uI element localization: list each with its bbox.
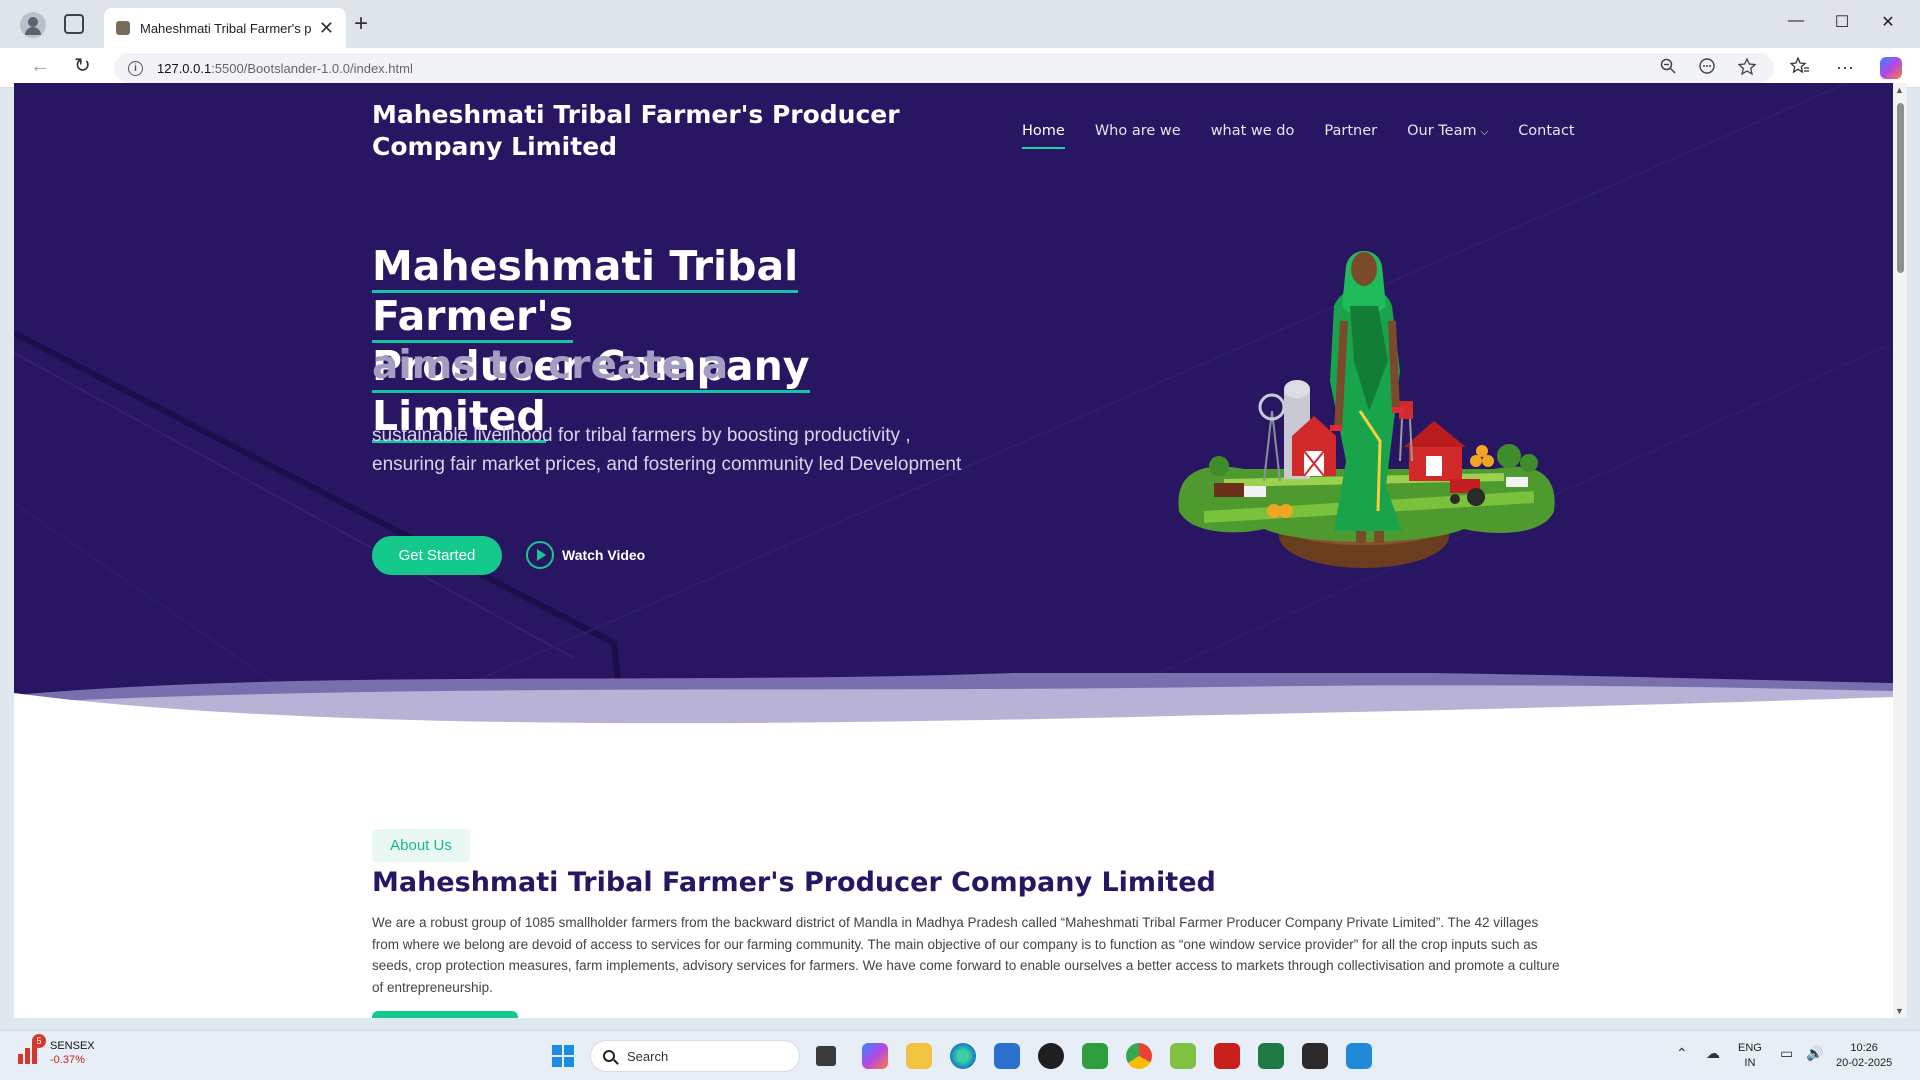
address-bar-row: ← ↻ i 127.0.0.1 :5500/Bootslander-1.0.0/… — [0, 48, 1920, 88]
browser-tab-active[interactable]: Maheshmati Tribal Farmer's produ ✕ — [104, 8, 346, 48]
hero-title: Maheshmati Tribal Farmer's Producer Comp… — [372, 241, 972, 443]
terminal-icon[interactable] — [1302, 1043, 1328, 1069]
system-clock[interactable]: 10:26 20-02-2025 — [1836, 1041, 1892, 1071]
more-menu-icon[interactable]: ··· — [1836, 57, 1854, 79]
url-path: :5500/Bootslander-1.0.0/index.html — [211, 60, 413, 76]
scroll-up-icon[interactable]: ▲ — [1895, 85, 1904, 95]
notepadpp-icon[interactable] — [1082, 1043, 1108, 1069]
search-label: Search — [627, 1048, 669, 1064]
watch-video-button[interactable]: Watch Video — [526, 541, 645, 569]
nav-partner[interactable]: Partner — [1324, 123, 1377, 139]
get-started-button[interactable]: Get Started — [372, 536, 502, 575]
dell-icon[interactable] — [1038, 1043, 1064, 1069]
store-icon[interactable] — [994, 1043, 1020, 1069]
workspaces-icon[interactable] — [64, 14, 84, 34]
windows-taskbar: 5 SENSEX -0.37% Search ⌃ ☁ ENG IN ▭ 🔊 10… — [0, 1030, 1920, 1080]
page-viewport: Maheshmati Tribal Farmer's Producer Comp… — [14, 83, 1893, 1018]
nav-our-team-label: Our Team — [1407, 123, 1477, 139]
profile-icon[interactable] — [20, 12, 46, 38]
url-host: 127.0.0.1 — [157, 60, 212, 76]
reload-icon[interactable]: ↻ — [74, 56, 91, 76]
about-us-badge: About Us — [372, 829, 470, 862]
volume-icon[interactable]: 🔊 — [1806, 1045, 1823, 1062]
tab-close-icon[interactable]: ✕ — [319, 19, 334, 37]
stock-widget[interactable]: 5 SENSEX -0.37% — [16, 1034, 95, 1067]
page-scrollbar[interactable]: ▲ ▼ — [1893, 83, 1907, 1018]
watch-video-label: Watch Video — [562, 547, 646, 563]
farmer-illustration — [1178, 251, 1555, 568]
about-text: We are a robust group of 1085 smallholde… — [372, 915, 1560, 996]
stock-change: -0.37% — [50, 1054, 85, 1066]
tab-title: Maheshmati Tribal Farmer's produ — [140, 20, 311, 36]
hero-section: Maheshmati Tribal Farmer's Producer Comp… — [14, 83, 1893, 738]
nav-home[interactable]: Home — [1022, 123, 1065, 149]
edge-browser-icon[interactable] — [950, 1043, 976, 1069]
stock-badge: 5 — [32, 1034, 46, 1048]
minimize-button[interactable]: — — [1776, 12, 1816, 30]
stock-name: SENSEX — [50, 1040, 95, 1052]
hero-wave — [14, 673, 1893, 738]
clock-time: 10:26 — [1850, 1042, 1878, 1054]
brand-logo-text[interactable]: Maheshmati Tribal Farmer's Producer Comp… — [372, 99, 1002, 163]
browser-toolbar-right: ··· — [1790, 57, 1902, 79]
main-navigation: Home Who are we what we do Partner Our T… — [1022, 123, 1605, 149]
back-icon[interactable]: ← — [30, 56, 50, 76]
play-icon — [526, 541, 554, 569]
copilot-app-icon[interactable] — [862, 1043, 888, 1069]
about-title: Maheshmati Tribal Farmer's Producer Comp… — [372, 867, 1216, 898]
snip-tool-icon[interactable] — [1170, 1043, 1196, 1069]
favorite-star-icon[interactable] — [1738, 58, 1756, 75]
browser-tab-bar: Maheshmati Tribal Farmer's produ ✕ + — ☐… — [0, 0, 1920, 48]
close-window-button[interactable]: ✕ — [1868, 12, 1908, 32]
network-icon[interactable]: ▭ — [1780, 1045, 1793, 1062]
address-input[interactable]: i 127.0.0.1 :5500/Bootslander-1.0.0/inde… — [114, 53, 1774, 83]
windows-start-icon[interactable] — [552, 1045, 574, 1067]
file-explorer-icon[interactable] — [906, 1043, 932, 1069]
chrome-icon[interactable] — [1126, 1043, 1152, 1069]
zoom-icon[interactable] — [1660, 58, 1676, 74]
onedrive-icon[interactable]: ☁ — [1706, 1045, 1720, 1062]
chevron-up-icon[interactable]: ⌃ — [1676, 1045, 1688, 1062]
search-icon — [603, 1050, 615, 1062]
reader-icon[interactable] — [1698, 58, 1716, 74]
language-indicator[interactable]: ENG IN — [1738, 1041, 1762, 1071]
new-tab-button[interactable]: + — [354, 12, 368, 36]
excel-icon[interactable] — [1258, 1043, 1284, 1069]
nav-our-team[interactable]: Our Team ⌵ — [1407, 123, 1488, 139]
hero-description: sustainable livelihood for tribal farmer… — [372, 425, 962, 475]
filezilla-icon[interactable] — [1214, 1043, 1240, 1069]
nav-what-we-do[interactable]: what we do — [1211, 123, 1295, 139]
hero-subtitle: aims to create a — [372, 343, 729, 388]
lang-line2: IN — [1744, 1057, 1756, 1069]
vscode-icon[interactable] — [1346, 1043, 1372, 1069]
copilot-icon[interactable] — [1880, 57, 1902, 79]
url-tools — [1660, 58, 1756, 75]
nav-contact[interactable]: Contact — [1518, 123, 1574, 139]
stock-chart-icon: 5 — [16, 1034, 46, 1066]
nav-who-are-we[interactable]: Who are we — [1095, 123, 1181, 139]
lang-line1: ENG — [1738, 1042, 1762, 1054]
tab-favicon-icon — [116, 21, 130, 35]
taskbar-search[interactable]: Search — [590, 1040, 800, 1072]
hero-title-line1: Maheshmati Tribal Farmer's — [372, 242, 799, 343]
favorites-icon[interactable] — [1790, 57, 1810, 75]
chevron-down-icon: ⌵ — [1480, 127, 1489, 138]
maximize-button[interactable]: ☐ — [1822, 12, 1862, 32]
about-read-more-button[interactable] — [372, 1011, 518, 1018]
scrollbar-thumb[interactable] — [1897, 103, 1904, 273]
site-info-icon[interactable]: i — [128, 60, 143, 76]
scroll-down-icon[interactable]: ▼ — [1895, 1006, 1904, 1016]
clock-date: 20-02-2025 — [1836, 1057, 1893, 1069]
task-view-icon[interactable] — [816, 1046, 836, 1066]
